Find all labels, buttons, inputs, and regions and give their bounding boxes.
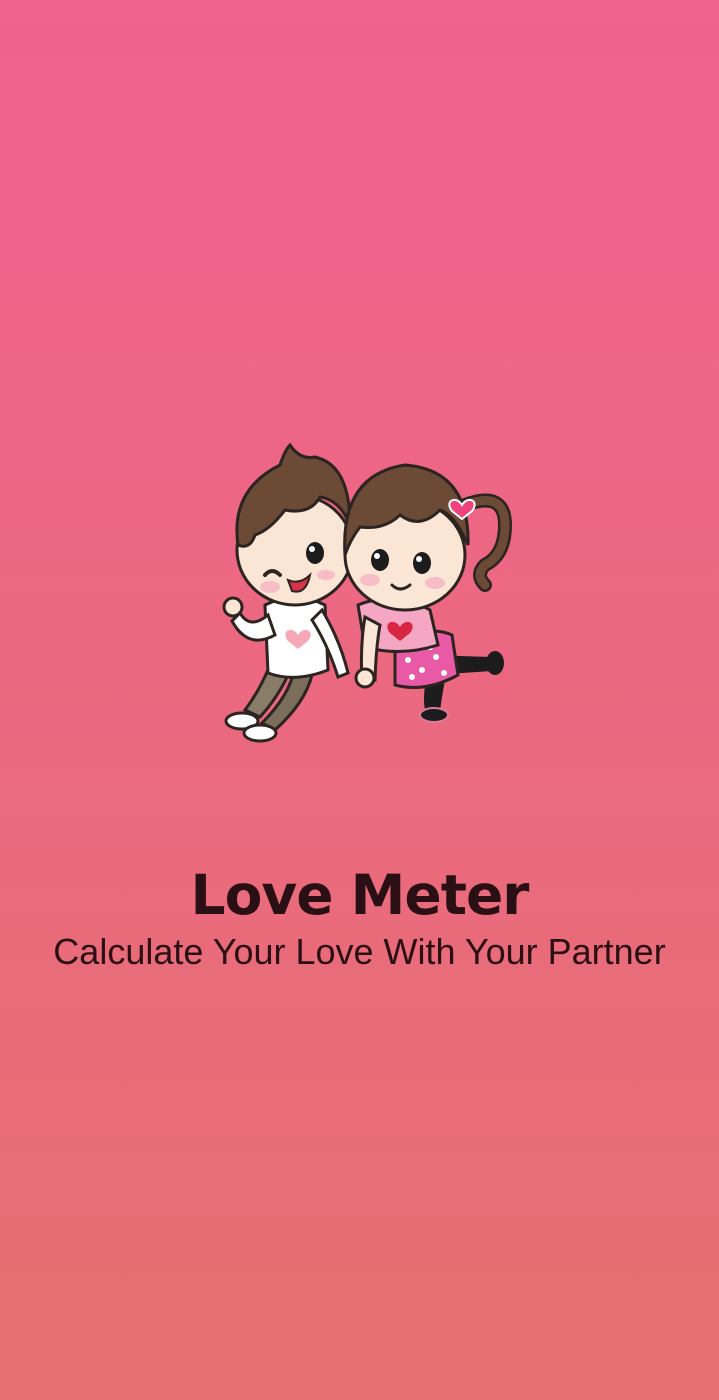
splash-screen: Love Meter Calculate Your Love With Your… xyxy=(0,0,719,1400)
cartoon-couple-icon xyxy=(222,442,513,743)
app-subtitle: Calculate Your Love With Your Partner xyxy=(53,931,666,972)
app-title: Love Meter xyxy=(190,863,530,927)
